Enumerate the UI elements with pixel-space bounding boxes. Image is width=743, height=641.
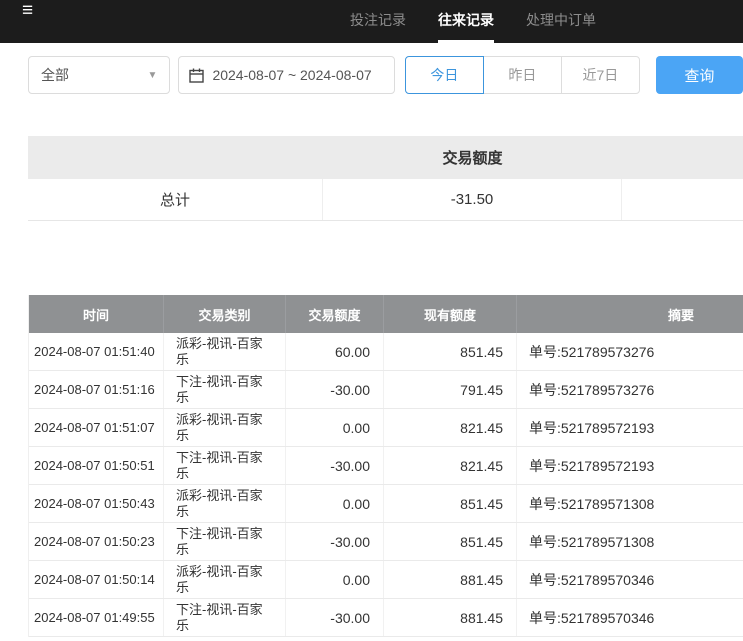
cell-amount: 60.00 bbox=[286, 333, 384, 370]
transactions-table: 时间 交易类别 交易额度 现有额度 摘要 2024-08-07 01:51:40… bbox=[28, 295, 743, 637]
date-range-value: 2024-08-07 ~ 2024-08-07 bbox=[212, 67, 371, 83]
app-root: ≡ 投注记录 往来记录 处理中订单 全部 ▼ 2024-08-07 ~ 2024… bbox=[0, 0, 743, 637]
filter-bar: 全部 ▼ 2024-08-07 ~ 2024-08-07 今日 昨日 近7日 查… bbox=[0, 43, 743, 94]
cell-amount: 0.00 bbox=[286, 485, 384, 522]
cell-balance: 821.45 bbox=[384, 447, 517, 484]
cell-amount: -30.00 bbox=[286, 371, 384, 408]
cell-category: 下注-视讯-百家乐 bbox=[164, 371, 286, 408]
query-button[interactable]: 查询 bbox=[656, 56, 743, 94]
cell-time: 2024-08-07 01:50:51 bbox=[29, 447, 164, 484]
cell-time: 2024-08-07 01:50:14 bbox=[29, 561, 164, 598]
record-tabs: 投注记录 往来记录 处理中订单 bbox=[350, 0, 596, 43]
cell-summary: 单号:521789572193 bbox=[517, 409, 743, 446]
cell-summary: 单号:521789571308 bbox=[517, 485, 743, 522]
type-select-value: 全部 bbox=[41, 65, 69, 85]
table-row: 2024-08-07 01:49:55 下注-视讯-百家乐 -30.00 881… bbox=[29, 599, 743, 637]
cell-amount: 0.00 bbox=[286, 409, 384, 446]
cell-category: 下注-视讯-百家乐 bbox=[164, 599, 286, 636]
summary-header-amount: 交易额度 bbox=[323, 136, 622, 179]
last-7-days-button[interactable]: 近7日 bbox=[561, 56, 640, 94]
cell-summary: 单号:521789573276 bbox=[517, 371, 743, 408]
cell-summary: 单号:521789570346 bbox=[517, 599, 743, 636]
cell-category: 派彩-视讯-百家乐 bbox=[164, 409, 286, 446]
table-row: 2024-08-07 01:51:16 下注-视讯-百家乐 -30.00 791… bbox=[29, 371, 743, 409]
cell-amount: -30.00 bbox=[286, 523, 384, 560]
tab-bet-records[interactable]: 投注记录 bbox=[350, 0, 406, 43]
chevron-down-icon: ▼ bbox=[148, 70, 158, 81]
calendar-icon bbox=[189, 68, 204, 83]
cell-category: 派彩-视讯-百家乐 bbox=[164, 561, 286, 598]
col-header-balance: 现有额度 bbox=[384, 295, 517, 333]
cell-category: 下注-视讯-百家乐 bbox=[164, 523, 286, 560]
col-header-category: 交易类别 bbox=[164, 295, 286, 333]
quick-date-buttons: 今日 昨日 近7日 bbox=[405, 56, 640, 94]
summary-header-row: 交易额度 bbox=[28, 136, 743, 179]
table-row: 2024-08-07 01:51:07 派彩-视讯-百家乐 0.00 821.4… bbox=[29, 409, 743, 447]
table-row: 2024-08-07 01:50:23 下注-视讯-百家乐 -30.00 851… bbox=[29, 523, 743, 561]
cell-balance: 791.45 bbox=[384, 371, 517, 408]
cell-time: 2024-08-07 01:50:23 bbox=[29, 523, 164, 560]
col-header-amount: 交易额度 bbox=[286, 295, 384, 333]
table-row: 2024-08-07 01:50:51 下注-视讯-百家乐 -30.00 821… bbox=[29, 447, 743, 485]
col-header-time: 时间 bbox=[29, 295, 164, 333]
summary-total-label: 总计 bbox=[28, 179, 323, 220]
cell-balance: 881.45 bbox=[384, 561, 517, 598]
cell-balance: 851.45 bbox=[384, 523, 517, 560]
today-button[interactable]: 今日 bbox=[405, 56, 484, 94]
cell-summary: 单号:521789573276 bbox=[517, 333, 743, 370]
summary-total-cutoff bbox=[622, 179, 743, 220]
cell-time: 2024-08-07 01:51:16 bbox=[29, 371, 164, 408]
cell-amount: -30.00 bbox=[286, 447, 384, 484]
type-select[interactable]: 全部 ▼ bbox=[28, 56, 170, 94]
cell-balance: 881.45 bbox=[384, 599, 517, 636]
cell-time: 2024-08-07 01:51:40 bbox=[29, 333, 164, 370]
cell-time: 2024-08-07 01:49:55 bbox=[29, 599, 164, 636]
summary-table: 交易额度 总计 -31.50 bbox=[28, 136, 743, 221]
cell-balance: 851.45 bbox=[384, 485, 517, 522]
summary-total-amount: -31.50 bbox=[323, 179, 622, 220]
tab-processing-orders[interactable]: 处理中订单 bbox=[526, 0, 596, 43]
tab-transaction-records[interactable]: 往来记录 bbox=[438, 0, 494, 43]
summary-total-row: 总计 -31.50 bbox=[28, 179, 743, 221]
cell-summary: 单号:521789570346 bbox=[517, 561, 743, 598]
hamburger-menu-icon[interactable]: ≡ bbox=[22, 1, 33, 20]
table-header-row: 时间 交易类别 交易额度 现有额度 摘要 bbox=[29, 295, 743, 333]
cell-category: 派彩-视讯-百家乐 bbox=[164, 333, 286, 370]
date-range-input[interactable]: 2024-08-07 ~ 2024-08-07 bbox=[178, 56, 394, 94]
cell-amount: -30.00 bbox=[286, 599, 384, 636]
summary-header-cutoff bbox=[622, 136, 743, 179]
cell-amount: 0.00 bbox=[286, 561, 384, 598]
table-row: 2024-08-07 01:50:43 派彩-视讯-百家乐 0.00 851.4… bbox=[29, 485, 743, 523]
yesterday-button[interactable]: 昨日 bbox=[483, 56, 562, 94]
cell-balance: 851.45 bbox=[384, 333, 517, 370]
table-row: 2024-08-07 01:51:40 派彩-视讯-百家乐 60.00 851.… bbox=[29, 333, 743, 371]
cell-balance: 821.45 bbox=[384, 409, 517, 446]
summary-header-blank bbox=[28, 136, 323, 179]
cell-summary: 单号:521789571308 bbox=[517, 523, 743, 560]
col-header-summary: 摘要 bbox=[517, 295, 743, 333]
top-navigation-bar: ≡ 投注记录 往来记录 处理中订单 bbox=[0, 0, 743, 43]
cell-category: 派彩-视讯-百家乐 bbox=[164, 485, 286, 522]
cell-time: 2024-08-07 01:51:07 bbox=[29, 409, 164, 446]
cell-category: 下注-视讯-百家乐 bbox=[164, 447, 286, 484]
cell-time: 2024-08-07 01:50:43 bbox=[29, 485, 164, 522]
cell-summary: 单号:521789572193 bbox=[517, 447, 743, 484]
table-row: 2024-08-07 01:50:14 派彩-视讯-百家乐 0.00 881.4… bbox=[29, 561, 743, 599]
